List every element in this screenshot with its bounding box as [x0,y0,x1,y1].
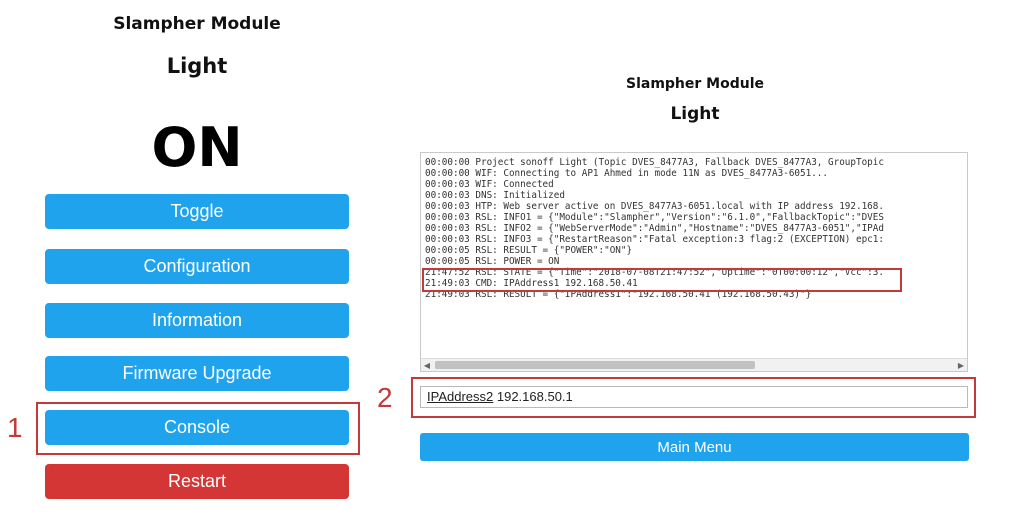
scroll-left-icon[interactable]: ◀ [421,359,433,371]
toggle-button[interactable]: Toggle [45,194,349,229]
console-line: 00:00:03 WIF: Connected [425,179,554,190]
console-button-highlight [36,402,360,455]
scroll-right-icon[interactable]: ▶ [955,359,967,371]
console-line: 00:00:03 HTP: Web server active on DVES_… [425,201,884,212]
annotation-marker-1: 1 [7,412,23,443]
main-menu-button[interactable]: Main Menu [420,433,969,461]
console-line: 00:00:00 Project sonoff Light (Topic DVE… [425,157,884,168]
console-lines: 00:00:00 Project sonoff Light (Topic DVE… [425,157,965,357]
module-title: Slampher Module [113,14,281,34]
horizontal-scrollbar[interactable]: ◀ ▶ [421,358,967,371]
console-line: 00:00:05 RSL: POWER = ON [425,256,560,267]
power-state: ON [151,116,243,179]
console-line: 00:00:03 RSL: INFO3 = {"RestartReason":"… [425,234,884,245]
console-line: 00:00:00 WIF: Connecting to AP1 Ahmed in… [425,168,828,179]
console-log[interactable]: 00:00:00 Project sonoff Light (Topic DVE… [420,152,968,372]
scrollbar-thumb[interactable] [435,361,755,369]
device-name-right: Light [670,104,720,124]
restart-button[interactable]: Restart [45,464,349,499]
annotation-marker-2: 2 [377,382,393,413]
console-line: 00:00:03 RSL: INFO1 = {"Module":"Slamphe… [425,212,884,223]
firmware-upgrade-button[interactable]: Firmware Upgrade [45,356,349,391]
configuration-button[interactable]: Configuration [45,249,349,284]
command-input-highlight [411,377,976,418]
console-result-highlight [422,268,902,292]
console-line: 00:00:03 RSL: INFO2 = {"WebServerMode":"… [425,223,884,234]
device-name: Light [166,54,228,78]
console-line: 00:00:03 DNS: Initialized [425,190,565,201]
module-title-right: Slampher Module [625,76,764,92]
information-button[interactable]: Information [45,303,349,338]
console-line: 00:00:05 RSL: RESULT = {"POWER":"ON"} [425,245,633,256]
